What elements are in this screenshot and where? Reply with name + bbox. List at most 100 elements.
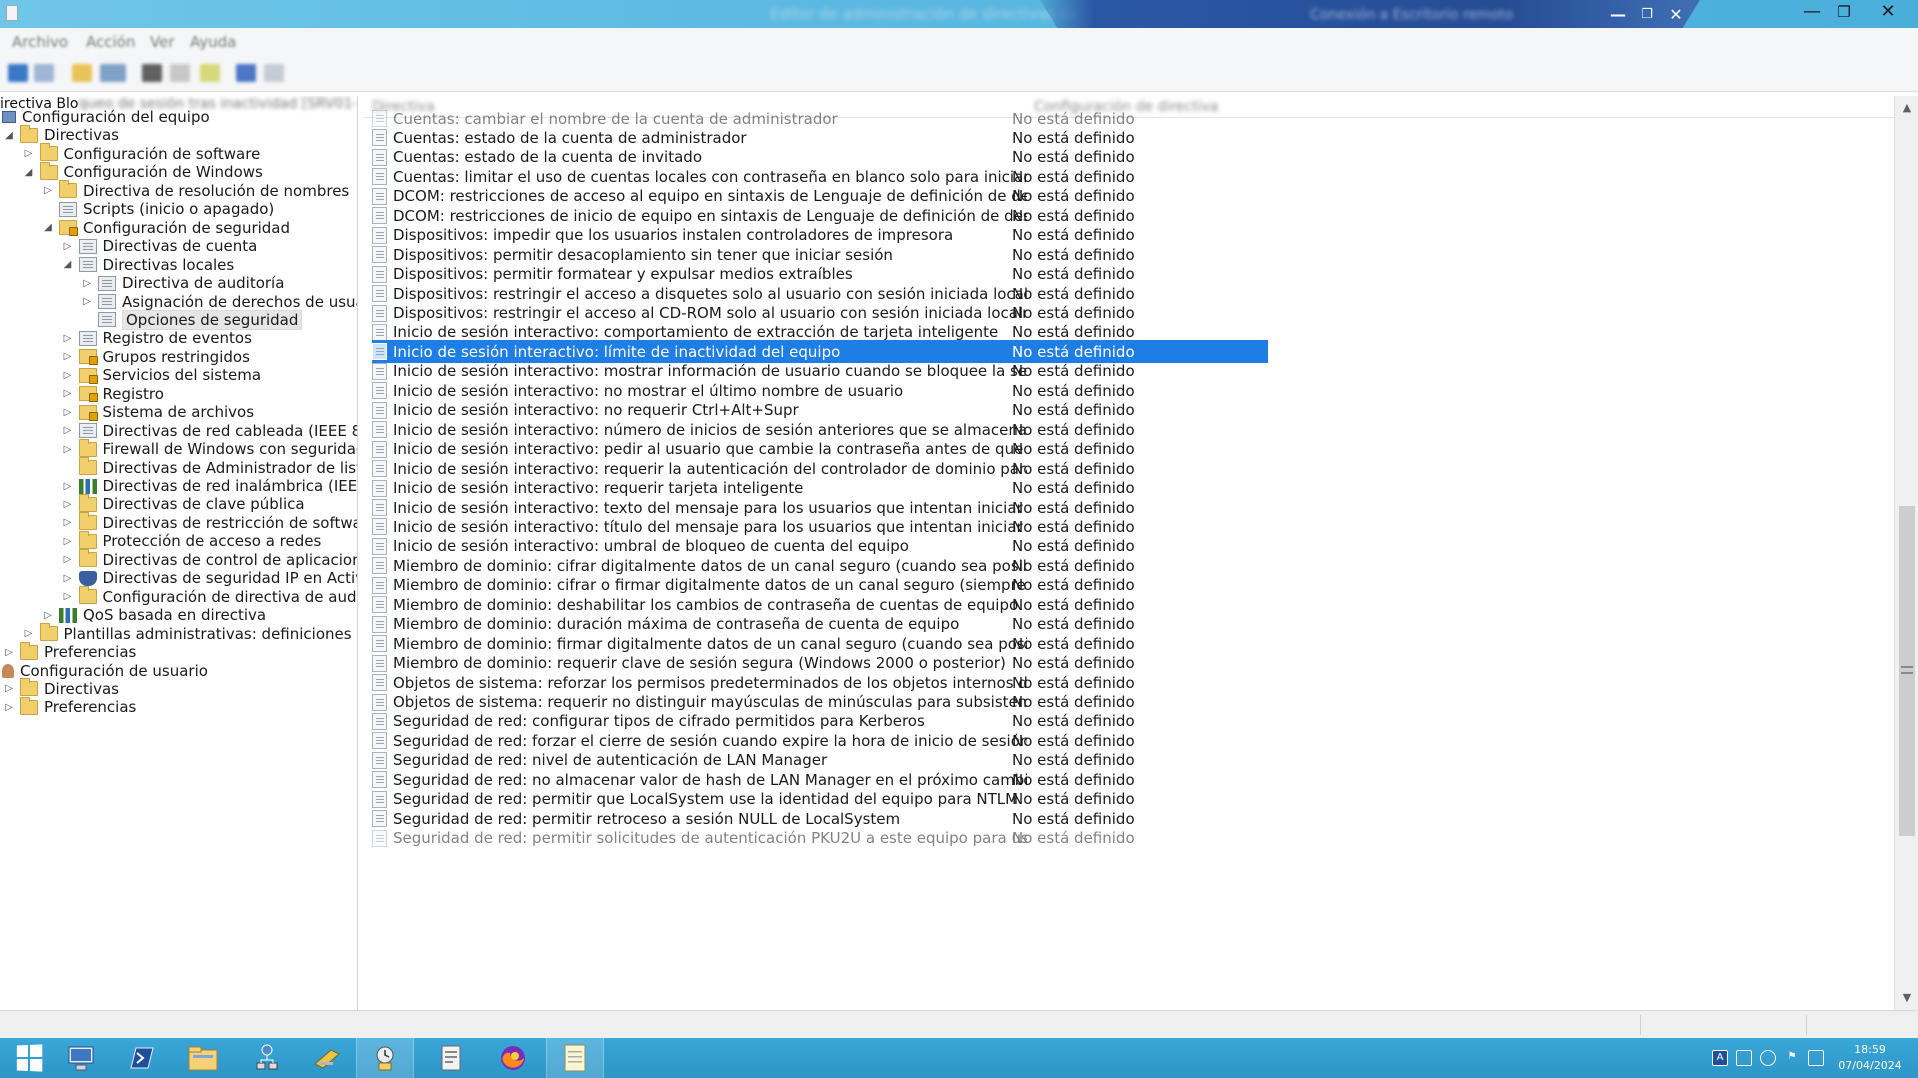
tree-item-label: Directiva de auditoría xyxy=(122,274,285,293)
policy-setting: No está definido xyxy=(1012,595,1135,614)
properties-icon[interactable] xyxy=(170,64,190,82)
powershell-icon[interactable] xyxy=(112,1038,170,1078)
collapse-arrow-icon[interactable]: ▷ xyxy=(61,516,75,530)
collapse-arrow-icon[interactable]: ▷ xyxy=(22,627,36,641)
folder-icon xyxy=(78,493,97,512)
app-icon[interactable] xyxy=(6,5,18,21)
collapse-arrow-icon[interactable]: ▷ xyxy=(61,405,75,419)
policy-icon xyxy=(372,323,387,341)
policy-setting: No está definido xyxy=(1012,556,1135,575)
expand-arrow-icon[interactable]: ◢ xyxy=(22,165,36,179)
up-folder-icon[interactable] xyxy=(72,64,92,82)
collapse-arrow-icon[interactable]: ▷ xyxy=(61,442,75,456)
menu-ver[interactable]: Ver xyxy=(150,33,175,51)
help-icon[interactable] xyxy=(264,64,284,82)
policy-setting: No está definido xyxy=(1012,401,1135,420)
collapse-arrow-icon[interactable]: ▷ xyxy=(61,590,75,604)
collapse-arrow-icon[interactable]: ▷ xyxy=(22,147,36,161)
list-vertical-scrollbar[interactable]: ▲ ▼ xyxy=(1894,96,1918,1010)
expand-arrow-icon[interactable]: ◢ xyxy=(2,128,16,142)
policy-icon xyxy=(372,499,387,516)
tree-item[interactable]: ▷ Preferencias xyxy=(2,696,136,718)
rdp-restore-button[interactable]: ❐ xyxy=(1637,6,1657,24)
back-arrow-icon[interactable] xyxy=(8,64,28,82)
tree-item-label: Configuración de seguridad xyxy=(83,218,291,237)
close-button[interactable]: ✕ xyxy=(1866,0,1910,24)
policy-icon xyxy=(372,129,387,147)
show-hide-tree-icon[interactable] xyxy=(100,64,126,82)
collapse-arrow-icon[interactable]: ▷ xyxy=(61,497,75,511)
collapse-arrow-icon[interactable]: ▷ xyxy=(61,424,75,438)
expand-arrow-icon[interactable]: ◢ xyxy=(61,258,75,272)
expand-arrow-icon[interactable]: ◢ xyxy=(41,221,55,235)
tree-item-label: Scripts (inicio o apagado) xyxy=(83,200,275,219)
policy-setting: No está definido xyxy=(1012,323,1135,342)
folder-icon xyxy=(59,180,77,199)
collapse-arrow-icon[interactable]: ▷ xyxy=(61,479,75,493)
collapse-arrow-icon[interactable]: ▷ xyxy=(80,276,94,290)
policy-icon xyxy=(372,829,387,847)
export-list-icon[interactable] xyxy=(236,64,256,82)
start-button[interactable] xyxy=(0,1038,58,1078)
delete-icon[interactable] xyxy=(142,64,162,82)
collapse-arrow-icon[interactable]: ▷ xyxy=(61,239,75,253)
policy-icon xyxy=(372,304,387,322)
policy-icon xyxy=(372,615,387,633)
collapse-arrow-icon[interactable]: ▷ xyxy=(61,331,75,345)
collapse-arrow-icon[interactable]: ▷ xyxy=(61,368,75,382)
lock-folder-icon xyxy=(78,349,98,366)
menu-ayuda[interactable]: Ayuda xyxy=(190,33,236,51)
tree-item-label: Configuración del equipo xyxy=(22,108,210,126)
collapse-arrow-icon[interactable]: ▷ xyxy=(61,350,75,364)
flag-icon[interactable]: ⚑ xyxy=(1784,1050,1800,1066)
collapse-arrow-icon[interactable]: ▷ xyxy=(61,571,75,585)
policy-name: Inicio de sesión interactivo: no mostrar… xyxy=(393,381,904,400)
firefox-icon[interactable] xyxy=(484,1038,542,1078)
tree-item-label: Directivas de control de aplicaciones xyxy=(102,550,358,569)
collapse-arrow-icon[interactable]: ▷ xyxy=(80,295,94,309)
folder-icon xyxy=(20,641,38,660)
refresh-icon[interactable] xyxy=(200,64,220,82)
rdp-close-button[interactable]: ✕ xyxy=(1666,6,1686,24)
collapse-arrow-icon[interactable]: ▷ xyxy=(41,608,55,622)
tree-item-label: Directivas de Administrador de listas xyxy=(102,458,358,477)
language-icon[interactable]: A xyxy=(1712,1050,1728,1066)
policy-editor-task-icon[interactable] xyxy=(356,1038,414,1078)
collapse-arrow-icon[interactable]: ▷ xyxy=(61,553,75,567)
menu-archivo[interactable]: Archivo xyxy=(12,33,68,51)
keyboard-icon[interactable] xyxy=(1736,1050,1752,1066)
console-tree: irectiva Bloqueo de sesión tras inactivi… xyxy=(0,96,358,1010)
policy-name: Inicio de sesión interactivo: requerir l… xyxy=(393,459,1027,478)
collapse-arrow-icon[interactable]: ▷ xyxy=(41,184,55,198)
tree-item-label: QoS basada en directiva xyxy=(83,606,267,625)
clock[interactable]: 18:59 07/04/2024 xyxy=(1826,1042,1914,1074)
tools-icon[interactable] xyxy=(298,1038,356,1078)
rdp-minimize-button[interactable]: — xyxy=(1608,6,1628,24)
folder-icon xyxy=(20,678,38,697)
policy-name: Miembro de dominio: firmar digitalmente … xyxy=(393,634,1027,653)
server-manager-icon[interactable] xyxy=(52,1038,110,1078)
policy-setting: No está definido xyxy=(1012,770,1135,789)
policy-setting: No está definido xyxy=(1012,809,1135,828)
policy-row[interactable]: Seguridad de red: permitir solicitudes d… xyxy=(372,827,1272,850)
collapse-arrow-icon[interactable]: ▷ xyxy=(2,700,16,714)
collapse-arrow-icon[interactable]: ▷ xyxy=(2,682,16,696)
collapse-arrow-icon[interactable]: ▷ xyxy=(61,534,75,548)
policy-name: Cuentas: limitar el uso de cuentas local… xyxy=(393,167,1027,186)
notepad-icon[interactable] xyxy=(546,1038,604,1078)
scroll-up-icon[interactable]: ▲ xyxy=(1899,100,1915,116)
file-explorer-icon[interactable] xyxy=(174,1038,232,1078)
network-icon[interactable] xyxy=(238,1038,296,1078)
network-status-icon[interactable] xyxy=(1808,1050,1824,1066)
accessibility-icon[interactable] xyxy=(1760,1050,1776,1066)
tree-item-label: Configuración de Windows xyxy=(63,163,263,182)
scroll-down-icon[interactable]: ▼ xyxy=(1899,990,1915,1006)
menu-accion[interactable]: Acción xyxy=(86,33,135,51)
tree-item-label: Directivas de restricción de software xyxy=(102,513,358,532)
collapse-arrow-icon[interactable]: ▷ xyxy=(2,645,16,659)
event-viewer-icon[interactable] xyxy=(422,1038,480,1078)
policy-setting: No está definido xyxy=(1012,381,1135,400)
collapse-arrow-icon[interactable]: ▷ xyxy=(61,387,75,401)
forward-arrow-icon[interactable] xyxy=(34,64,54,82)
maximize-button[interactable]: ❐ xyxy=(1822,0,1866,24)
